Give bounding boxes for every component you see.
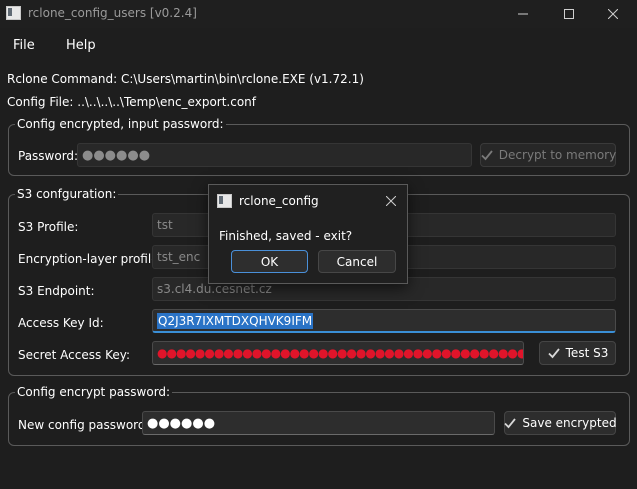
- new-password-field[interactable]: ●●●●●●: [142, 411, 495, 435]
- dialog-app-icon: [217, 194, 232, 208]
- menu-file[interactable]: File: [13, 38, 35, 53]
- config-file-info: Config File: ..\..\..\..\Temp\enc_export…: [7, 95, 257, 109]
- secret-key-label: Secret Access Key:: [18, 348, 130, 362]
- menu-help[interactable]: Help: [66, 38, 96, 53]
- s3-endpoint-label: S3 Endpoint:: [18, 284, 95, 298]
- test-s3-button[interactable]: Test S3: [539, 341, 616, 365]
- close-icon: [386, 196, 396, 206]
- minimize-button[interactable]: [500, 0, 546, 28]
- decrypt-to-memory-button[interactable]: Decrypt to memory: [480, 143, 616, 167]
- password-field[interactable]: ●●●●●●: [77, 143, 472, 167]
- check-icon: [480, 148, 494, 162]
- close-button[interactable]: [590, 0, 636, 28]
- minimize-icon: [518, 13, 528, 15]
- title-bar[interactable]: rclone_config_users [v0.2.4]: [0, 0, 637, 28]
- access-key-label: Access Key Id:: [18, 316, 104, 330]
- close-icon: [608, 9, 618, 19]
- dialog-close-button[interactable]: [383, 193, 399, 209]
- check-icon: [547, 346, 561, 360]
- check-icon: [503, 416, 517, 430]
- maximize-button[interactable]: [546, 0, 592, 28]
- s3-profile-label: S3 Profile:: [18, 220, 79, 234]
- password-label: Password:: [18, 149, 79, 163]
- access-key-value: Q2J3R7IXMTDXQHVK9IFM: [157, 312, 314, 329]
- access-key-field[interactable]: Q2J3R7IXMTDXQHVK9IFM: [152, 309, 616, 333]
- maximize-icon: [564, 9, 574, 19]
- window-title: rclone_config_users [v0.2.4]: [28, 6, 197, 20]
- rclone-command-info: Rclone Command: C:\Users\martin\bin\rclo…: [7, 72, 364, 86]
- decrypt-group-title: Config encrypted, input password:: [15, 117, 226, 131]
- s3-group-title: S3 confguration:: [15, 187, 119, 201]
- encryption-profile-label: Encryption-layer profile:: [18, 252, 163, 266]
- dialog-message: Finished, saved - exit?: [219, 229, 353, 243]
- secret-key-field[interactable]: ●●●●●●●●●●●●●●●●●●●●●●●●●●●●●●●●●●●●●●●●: [152, 341, 524, 365]
- confirm-dialog: rclone_config Finished, saved - exit? OK…: [208, 184, 408, 284]
- encrypt-group-title: Config encrypt password:: [15, 385, 173, 399]
- dialog-ok-button[interactable]: OK: [231, 250, 308, 273]
- dialog-title: rclone_config: [239, 194, 319, 208]
- dialog-cancel-button[interactable]: Cancel: [318, 250, 396, 273]
- new-password-label: New config password:: [18, 418, 150, 432]
- save-encrypted-button[interactable]: Save encrypted: [503, 411, 617, 435]
- app-icon: [6, 6, 21, 20]
